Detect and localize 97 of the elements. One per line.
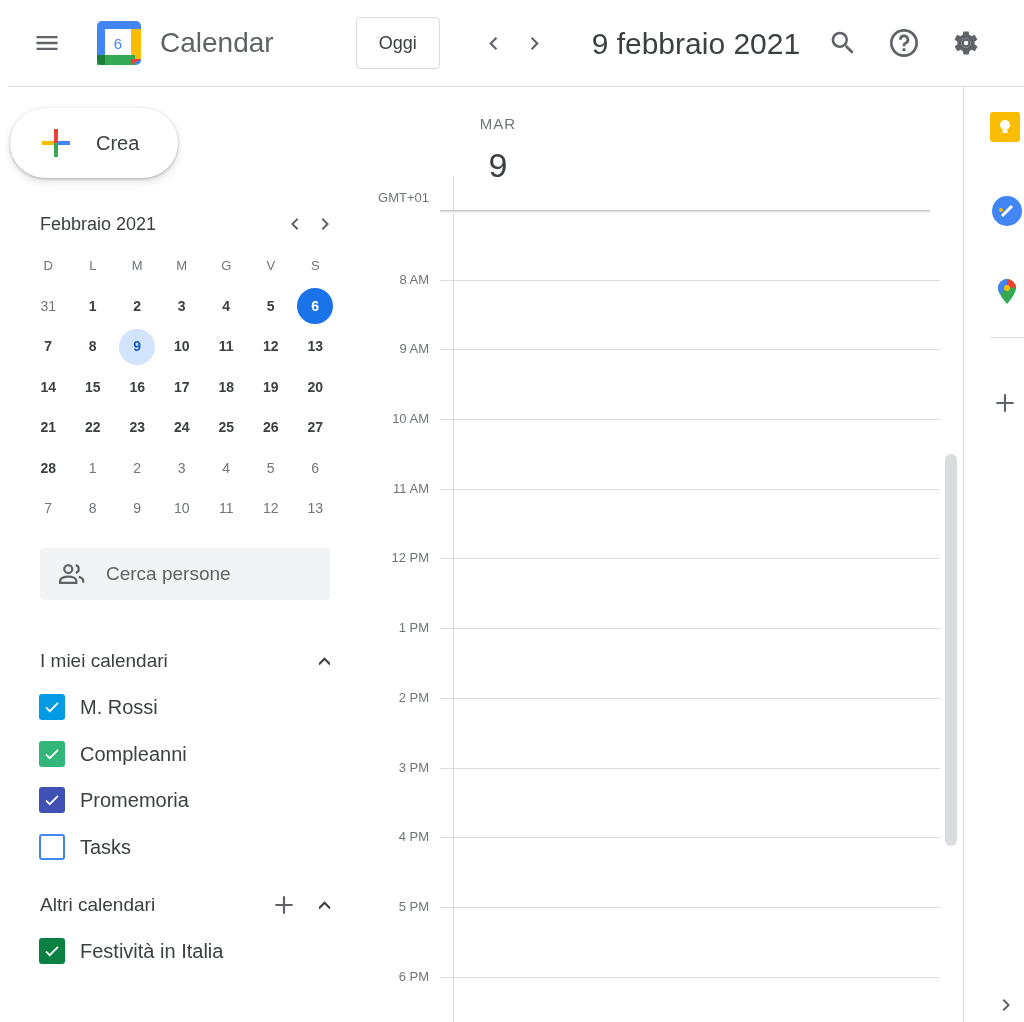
calendar-name[interactable]: Compleanni bbox=[80, 738, 187, 769]
day-button[interactable]: 21 bbox=[30, 409, 67, 446]
day-button[interactable]: 6 bbox=[297, 288, 334, 325]
previous-button[interactable] bbox=[487, 35, 499, 51]
month-title: Febbraio 2021 bbox=[40, 212, 158, 236]
checked-checkbox[interactable] bbox=[39, 694, 65, 721]
checked-checkbox[interactable] bbox=[39, 740, 65, 767]
day-button[interactable]: 3 bbox=[163, 450, 200, 487]
day-button[interactable]: 17 bbox=[163, 369, 200, 406]
hour-label: 12 PM bbox=[391, 550, 429, 566]
day-button[interactable]: 5 bbox=[252, 288, 289, 325]
checked-checkbox[interactable] bbox=[39, 787, 65, 814]
chevron-left-icon bbox=[290, 217, 300, 231]
section-title: I miei calendari bbox=[40, 648, 169, 673]
day-button[interactable]: 4 bbox=[208, 450, 245, 487]
day-button[interactable]: 11 bbox=[208, 490, 245, 527]
day-button[interactable]: 10 bbox=[163, 490, 200, 527]
day-button[interactable]: 31 bbox=[30, 288, 67, 325]
day-button[interactable]: 13 bbox=[297, 490, 334, 527]
hour-label: 9 AM bbox=[399, 341, 429, 357]
day-button[interactable]: 3 bbox=[163, 288, 200, 325]
hour-label: 5 PM bbox=[398, 898, 429, 914]
search-people-field[interactable]: Cerca persone bbox=[40, 548, 330, 600]
day-button[interactable]: 13 bbox=[297, 328, 334, 365]
checked-checkbox[interactable] bbox=[39, 938, 65, 965]
hour-label: 4 PM bbox=[398, 829, 429, 845]
app-name: Calendar bbox=[160, 26, 274, 60]
next-month-button[interactable] bbox=[320, 217, 330, 231]
calendar-name[interactable]: Tasks bbox=[80, 831, 132, 862]
day-number[interactable]: 9 bbox=[488, 147, 508, 182]
help-button[interactable] bbox=[888, 27, 921, 59]
hour-label: 3 PM bbox=[398, 759, 429, 775]
day-button[interactable]: 22 bbox=[74, 409, 111, 446]
hour-label: 6 PM bbox=[398, 968, 429, 984]
weekday-label: D bbox=[43, 257, 53, 276]
day-button[interactable]: 18 bbox=[208, 369, 245, 406]
weekday-label: MAR bbox=[479, 114, 517, 134]
next-button[interactable] bbox=[528, 35, 540, 51]
date-title: 9 febbraio 2021 bbox=[591, 25, 801, 62]
day-button[interactable]: 1 bbox=[74, 450, 111, 487]
weekday-label: L bbox=[89, 257, 97, 276]
chevron-right-icon bbox=[528, 35, 540, 51]
day-button[interactable]: 8 bbox=[74, 490, 111, 527]
search-input[interactable]: Cerca persone bbox=[104, 558, 304, 590]
unchecked-checkbox[interactable] bbox=[39, 833, 65, 860]
help-icon bbox=[888, 27, 921, 59]
day-button[interactable]: 7 bbox=[30, 490, 67, 527]
hour-label: 8 AM bbox=[399, 271, 429, 287]
create-button[interactable]: Crea bbox=[10, 108, 178, 178]
weekday-label: V bbox=[266, 257, 276, 276]
day-button[interactable]: 16 bbox=[119, 369, 156, 406]
timezone-label: GMT+01 bbox=[378, 189, 429, 205]
day-button[interactable]: 11 bbox=[208, 328, 245, 365]
hour-label: 10 AM bbox=[392, 411, 429, 427]
day-button[interactable]: 15 bbox=[74, 369, 111, 406]
weekday-label: S bbox=[310, 257, 320, 276]
logo-day-number: 6 bbox=[113, 35, 123, 52]
day-button[interactable]: 5 bbox=[252, 450, 289, 487]
hour-label: 1 PM bbox=[398, 620, 429, 636]
today-button[interactable]: Oggi bbox=[355, 17, 440, 69]
hour-label: 11 AM bbox=[393, 480, 429, 496]
day-button[interactable]: 12 bbox=[252, 328, 289, 365]
section-title: Altri calendari bbox=[40, 892, 157, 917]
day-button[interactable]: 14 bbox=[30, 369, 67, 406]
calendar-name[interactable]: Promemoria bbox=[80, 785, 189, 816]
day-button[interactable]: 25 bbox=[208, 409, 245, 446]
day-button[interactable]: 28 bbox=[30, 450, 67, 487]
day-button[interactable]: 7 bbox=[30, 328, 67, 365]
day-button[interactable]: 8 bbox=[74, 328, 111, 365]
day-button[interactable]: 20 bbox=[297, 369, 334, 406]
day-button[interactable]: 2 bbox=[119, 450, 156, 487]
day-button[interactable]: 2 bbox=[119, 288, 156, 325]
day-button[interactable]: 27 bbox=[297, 409, 334, 446]
previous-month-button[interactable] bbox=[290, 217, 300, 231]
calendar-name[interactable]: Festività in Italia bbox=[80, 936, 224, 967]
day-button[interactable]: 24 bbox=[163, 409, 200, 446]
day-button[interactable]: 12 bbox=[252, 490, 289, 527]
weekday-label: G bbox=[221, 257, 232, 276]
day-button[interactable]: 23 bbox=[119, 409, 156, 446]
chevron-right-icon bbox=[320, 217, 330, 231]
chevron-left-icon bbox=[487, 35, 499, 51]
day-button[interactable]: 4 bbox=[208, 288, 245, 325]
scrollbar[interactable] bbox=[945, 454, 957, 846]
hour-label: 2 PM bbox=[398, 689, 429, 705]
pen-circle-icon bbox=[990, 194, 1024, 228]
day-button[interactable]: 9 bbox=[119, 490, 156, 527]
day-button[interactable]: 10 bbox=[163, 328, 200, 365]
calendar-name[interactable]: M. Rossi bbox=[80, 692, 158, 723]
weekday-label: M bbox=[176, 257, 188, 276]
calendar-logo-drawing bbox=[97, 21, 141, 65]
day-button[interactable]: 6 bbox=[297, 450, 334, 487]
day-button[interactable]: 26 bbox=[252, 409, 289, 446]
day-button[interactable]: 9 bbox=[119, 328, 156, 365]
chevron-right-icon bbox=[1001, 998, 1011, 1012]
day-button[interactable]: 19 bbox=[252, 369, 289, 406]
day-button[interactable]: 1 bbox=[74, 288, 111, 325]
weekday-label: M bbox=[131, 257, 143, 276]
